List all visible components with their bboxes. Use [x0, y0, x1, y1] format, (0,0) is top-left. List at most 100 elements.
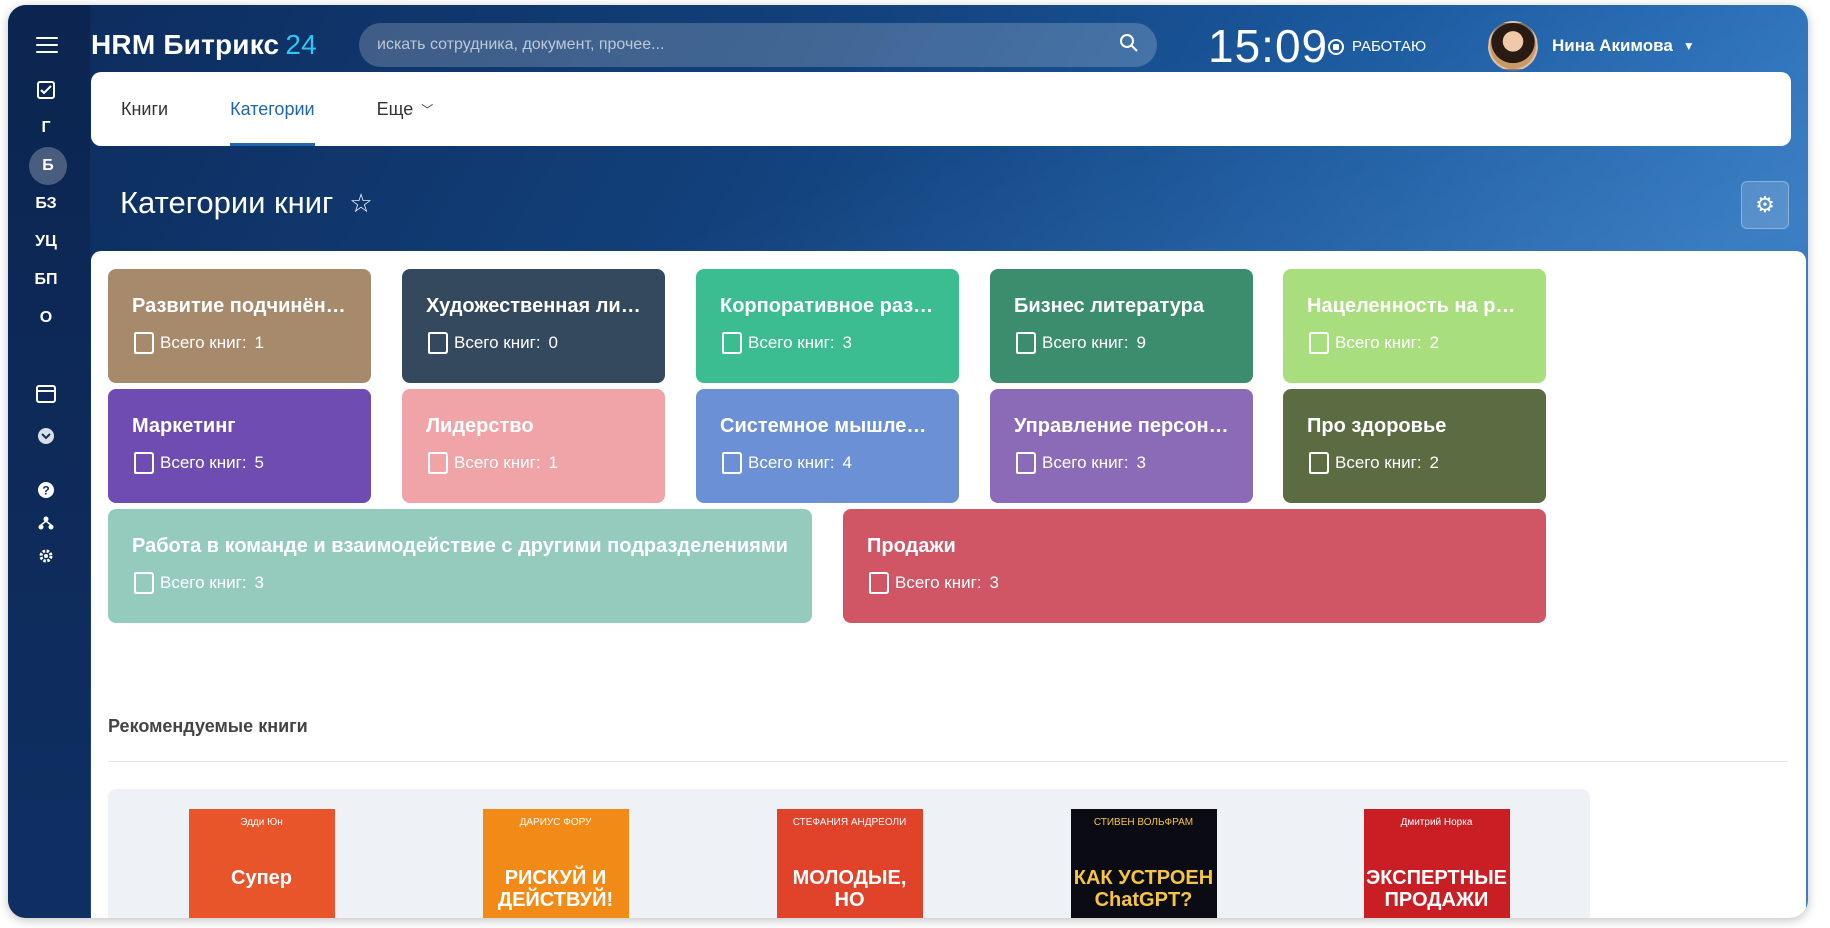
rail-item-o[interactable]: О	[25, 299, 67, 337]
search-input[interactable]	[377, 36, 1119, 54]
app-logo-number: 24	[285, 29, 317, 60]
chevron-down-icon[interactable]	[25, 417, 67, 455]
menu-icon[interactable]	[36, 37, 58, 53]
book-icon	[720, 332, 742, 354]
category-card[interactable]: Развитие подчинённых Всего книг: 1	[108, 269, 371, 383]
count-value: 3	[254, 573, 265, 592]
category-count: Всего книг: 0	[426, 332, 641, 354]
settings-icon[interactable]	[25, 537, 67, 575]
category-card[interactable]: Работа в команде и взаимодействие с друг…	[108, 509, 812, 623]
tab-books-label: Книги	[121, 98, 169, 119]
book-card[interactable]: Дмитрий Норка ЭКСПЕРТНЫЕ ПРОДАЖИ	[1283, 789, 1590, 918]
count-value: 9	[1136, 333, 1147, 352]
category-count: Всего книг: 3	[132, 572, 788, 594]
tab-books[interactable]: Книги	[121, 72, 168, 146]
category-title: Продажи	[867, 535, 956, 557]
book-icon	[867, 572, 889, 594]
count-label: Всего книг:	[1335, 333, 1422, 352]
book-card[interactable]: ДАРИУС ФОРУ РИСКУЙ И ДЕЙСТВУЙ!	[402, 789, 709, 918]
category-card[interactable]: Художественная лите... Всего книг: 0	[402, 269, 665, 383]
window-icon[interactable]	[25, 375, 67, 413]
count-label: Всего книг:	[1042, 453, 1129, 472]
category-count: Всего книг: 5	[132, 452, 347, 474]
count-value: 5	[254, 453, 265, 472]
category-title: Про здоровье	[1307, 415, 1447, 437]
category-title: Художественная лите...	[426, 295, 641, 317]
count-value: 1	[254, 333, 265, 352]
category-card[interactable]: Корпоративное разви... Всего книг: 3	[696, 269, 959, 383]
left-rail: Г Б БЗ УЦ БП О ?	[8, 5, 90, 918]
clock: 15:09	[1208, 20, 1329, 72]
category-card[interactable]: Маркетинг Всего книг: 5	[108, 389, 371, 503]
count-label: Всего книг:	[454, 453, 541, 472]
count-label: Всего книг:	[748, 333, 835, 352]
work-status-label: РАБОТАЮ	[1352, 38, 1427, 55]
category-card[interactable]: Продажи Всего книг: 3	[843, 509, 1546, 623]
book-card[interactable]: СТЕФАНИЯ АНДРЕОЛИ МОЛОДЫЕ, НО	[696, 789, 1003, 918]
user-name: Нина Акимова	[1552, 36, 1673, 55]
category-title: Бизнес литература	[1014, 295, 1204, 317]
category-count: Всего книг: 3	[867, 572, 1522, 594]
category-title: Маркетинг	[132, 415, 236, 437]
book-cover-author: СТЕФАНИЯ АНДРЕОЛИ	[792, 817, 907, 828]
rail-item-bp[interactable]: БП	[25, 261, 67, 299]
work-status[interactable]: РАБОТАЮ	[1328, 38, 1426, 55]
page-title: Категории книг ☆	[120, 185, 373, 221]
tab-categories-label: Категории	[230, 98, 315, 119]
tab-more[interactable]: Еще ﹀	[377, 72, 434, 146]
rail-item-uc[interactable]: УЦ	[25, 223, 67, 261]
count-value: 4	[842, 453, 853, 472]
book-cover: ДАРИУС ФОРУ РИСКУЙ И ДЕЙСТВУЙ!	[482, 809, 629, 918]
category-card[interactable]: Бизнес литература Всего книг: 9	[990, 269, 1253, 383]
book-icon	[1307, 332, 1329, 354]
count-value: 1	[548, 453, 559, 472]
user-menu[interactable]: Нина Акимова ▼	[1488, 21, 1695, 71]
category-count: Всего книг: 3	[720, 332, 935, 354]
category-count: Всего книг: 2	[1307, 452, 1522, 474]
main-content: Развитие подчинённых Всего книг: 1 Художест…	[91, 251, 1806, 918]
rail-item-bz[interactable]: БЗ	[25, 185, 67, 223]
book-icon	[720, 452, 742, 474]
book-card[interactable]: Эдди Юн Супер	[108, 789, 415, 918]
book-card[interactable]: СТИВЕН ВОЛЬФРАМ КАК УСТРОЕН ChatGPT?	[990, 789, 1297, 918]
search-bar[interactable]	[359, 23, 1157, 67]
category-count: Всего книг: 9	[1014, 332, 1229, 354]
tab-categories[interactable]: Категории	[230, 72, 316, 146]
count-label: Всего книг:	[454, 333, 541, 352]
app-logo[interactable]: HRM Битрикс 24	[91, 29, 317, 61]
avatar	[1488, 21, 1538, 71]
category-title: Управление персонал...	[1014, 415, 1229, 437]
count-value: 2	[1429, 333, 1440, 352]
book-cover-title: КАК УСТРОЕН ChatGPT?	[1073, 867, 1214, 911]
rail-item-b[interactable]: Б	[29, 147, 67, 185]
count-value: 3	[842, 333, 853, 352]
category-title: Лидерство	[426, 415, 534, 437]
settings-button[interactable]: ⚙	[1741, 181, 1789, 229]
category-card[interactable]: Лидерство Всего книг: 1	[402, 389, 665, 503]
book-icon	[132, 332, 154, 354]
category-card[interactable]: Про здоровье Всего книг: 2	[1283, 389, 1546, 503]
star-icon[interactable]: ☆	[349, 188, 372, 219]
category-count: Всего книг: 4	[720, 452, 935, 474]
count-value: 0	[548, 333, 559, 352]
tasks-icon[interactable]	[25, 71, 67, 109]
category-card[interactable]: Системное мышление Всего книг: 4	[696, 389, 959, 503]
category-count: Всего книг: 2	[1307, 332, 1522, 354]
book-icon	[1014, 332, 1036, 354]
count-value: 3	[1136, 453, 1147, 472]
search-icon[interactable]	[1119, 33, 1139, 58]
category-card[interactable]: Управление персонал... Всего книг: 3	[990, 389, 1253, 503]
rail-item-g[interactable]: Г	[25, 109, 67, 147]
book-icon	[426, 332, 448, 354]
book-cover: Эдди Юн Супер	[188, 809, 335, 918]
book-cover-author: ДАРИУС ФОРУ	[519, 817, 592, 828]
category-title: Работа в команде и взаимодействие с друг…	[132, 535, 788, 557]
category-card[interactable]: Нацеленность на резу... Всего книг: 2	[1283, 269, 1546, 383]
book-cover-title: МОЛОДЫЕ, НО	[792, 867, 907, 911]
divider	[108, 761, 1788, 762]
book-icon	[426, 452, 448, 474]
chevron-down-icon: ﹀	[421, 102, 434, 117]
tab-more-label: Еще	[376, 98, 414, 119]
app-window: Г Б БЗ УЦ БП О ? HRM Битрикс24 15:09 РАБ…	[8, 5, 1808, 918]
book-cover-author: Дмитрий Норка	[1400, 817, 1473, 828]
